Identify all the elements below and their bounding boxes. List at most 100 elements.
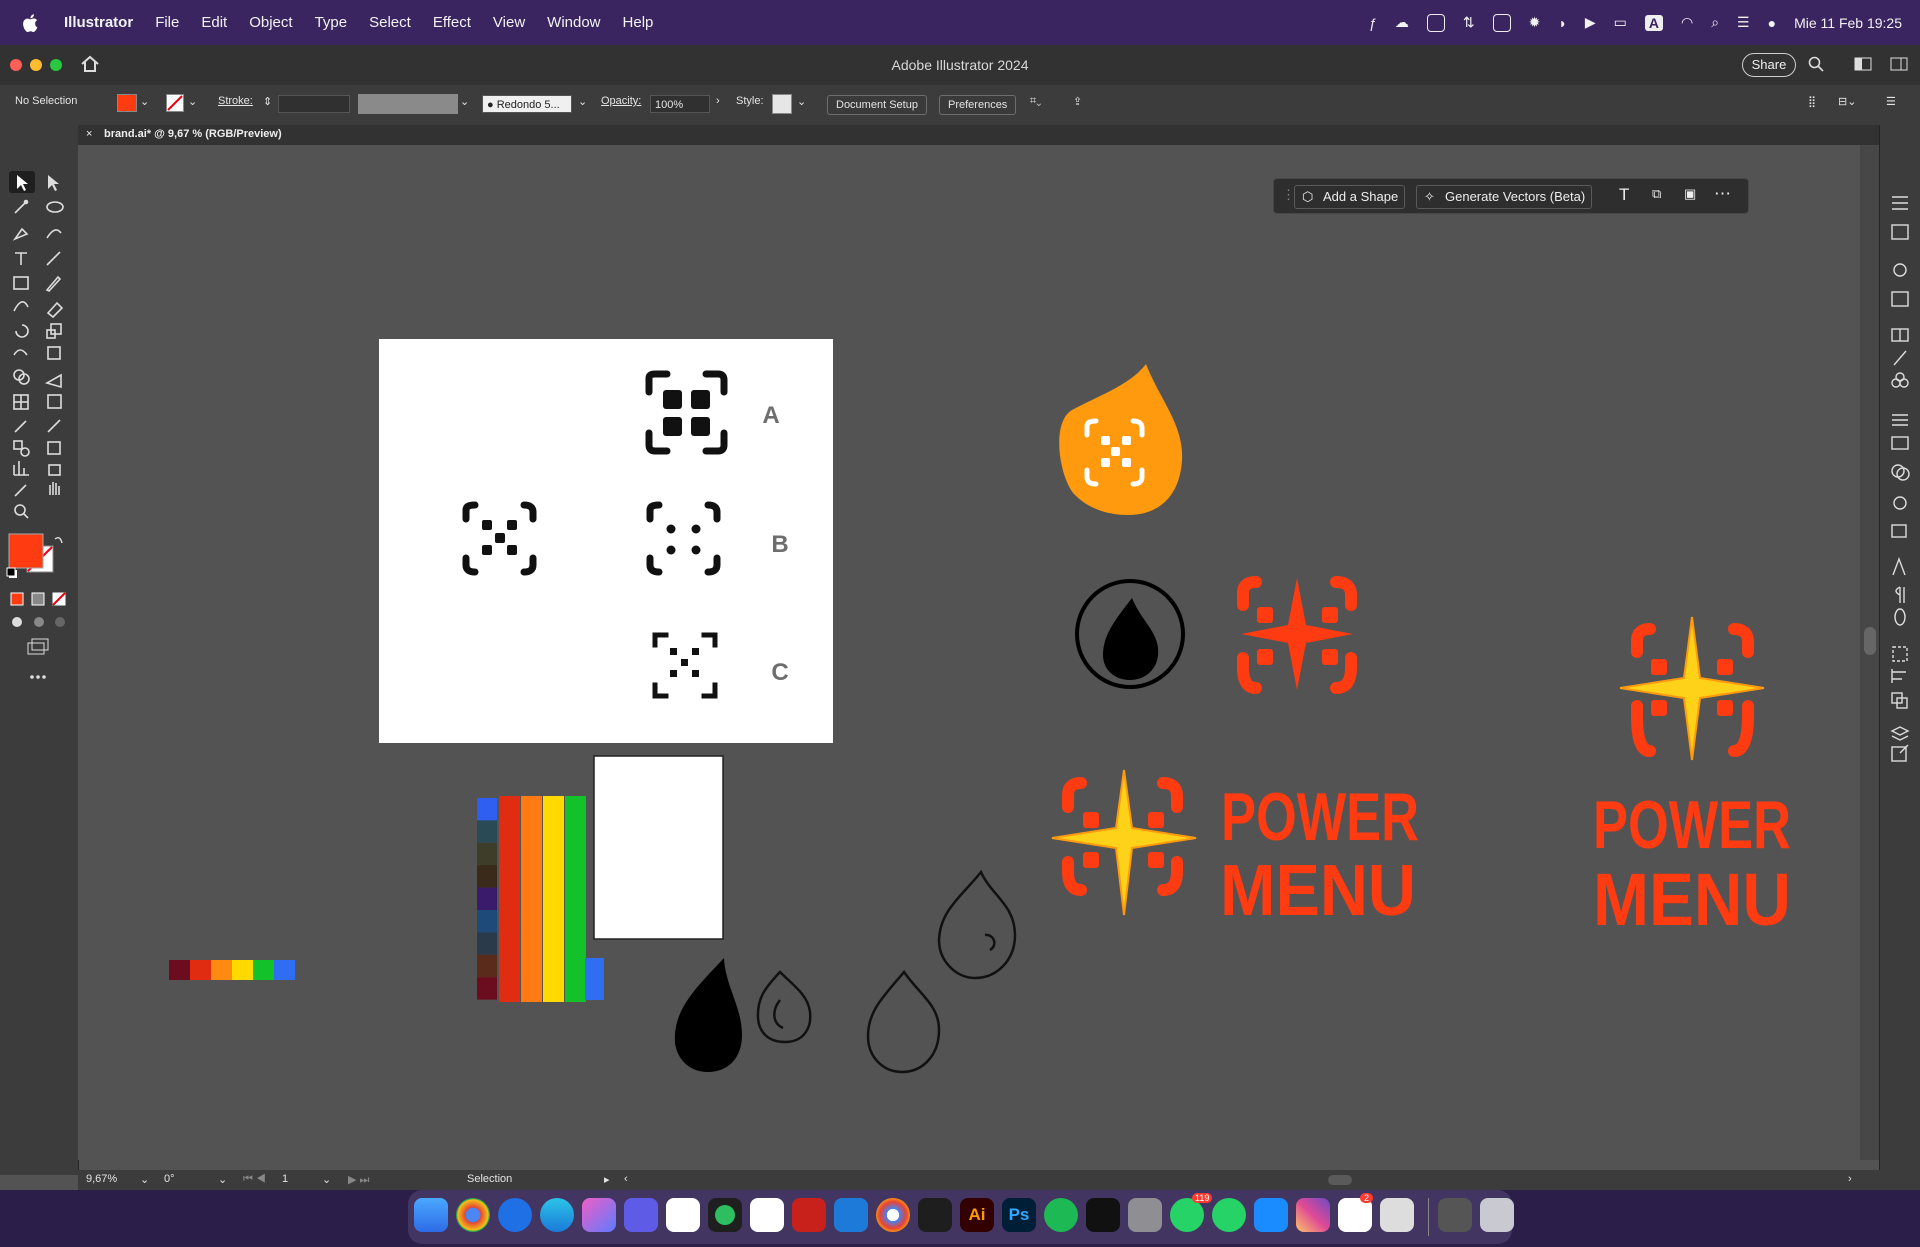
swap-fill-stroke-icon[interactable] — [54, 536, 63, 544]
menu-window[interactable]: Window — [547, 14, 600, 31]
opentype-panel-icon[interactable] — [1894, 608, 1906, 626]
menu-view[interactable]: View — [493, 14, 525, 31]
play-icon[interactable]: ▶ — [1585, 14, 1596, 31]
paragraph-panel-icon[interactable] — [1895, 586, 1905, 603]
hand-tool-icon[interactable] — [49, 482, 60, 495]
libraries-panel-icon[interactable] — [1891, 224, 1909, 240]
export-icon[interactable]: ⇪ — [1073, 95, 1082, 108]
variable-width-profile[interactable] — [358, 94, 458, 114]
app-status-icon[interactable] — [1426, 13, 1445, 32]
outline-flame-small-icon[interactable] — [756, 970, 812, 1044]
swatch-column-cell[interactable] — [477, 977, 497, 1000]
lasso-tool-icon[interactable] — [46, 201, 64, 213]
measure-tool-icon[interactable] — [47, 419, 61, 433]
menu-file[interactable]: File — [155, 14, 179, 31]
panel-menu-icon[interactable]: ☰ — [1886, 95, 1896, 108]
opacity-field[interactable]: 100% — [650, 95, 710, 113]
wifi-icon[interactable]: ◠ — [1681, 14, 1693, 31]
arrange-documents-icon[interactable] — [1854, 57, 1872, 71]
color-strip-swatch[interactable] — [169, 960, 190, 980]
stroke-weight-stepper-icon[interactable]: ⇕ — [263, 95, 272, 108]
spotify-icon[interactable] — [1044, 1198, 1078, 1232]
align-panel-icon[interactable]: ⣿ — [1808, 95, 1816, 108]
menu-app-name[interactable]: Illustrator — [64, 14, 133, 31]
eyedropper-tool-icon[interactable] — [14, 420, 27, 433]
close-tab-icon[interactable]: × — [86, 128, 92, 140]
chromium-icon[interactable] — [876, 1198, 910, 1232]
workspace-switcher-icon[interactable] — [1890, 57, 1908, 71]
brush-dropdown-chevron-icon[interactable]: ⌄ — [578, 95, 587, 108]
instagram-icon[interactable] — [1296, 1198, 1330, 1232]
rotation-dropdown-chevron-icon[interactable]: ⌄ — [218, 1173, 227, 1186]
firefox-icon[interactable] — [498, 1198, 532, 1232]
calendar-icon[interactable] — [666, 1198, 700, 1232]
orange-flame-logo[interactable] — [1059, 364, 1183, 515]
color-strip-swatch[interactable] — [253, 960, 274, 980]
illustrator-dock-icon[interactable]: Ai — [960, 1198, 994, 1232]
scroll-right-icon[interactable]: › — [1848, 1173, 1852, 1185]
gradient-tool-icon[interactable] — [47, 394, 62, 409]
vpn-icon[interactable]: ◗ — [1558, 15, 1566, 31]
character-panel-icon[interactable] — [1892, 557, 1906, 576]
shaper-tool-icon[interactable] — [13, 301, 29, 312]
color-strip-swatch[interactable] — [274, 960, 295, 980]
draw-normal-icon[interactable] — [12, 617, 22, 627]
line-segment-tool-icon[interactable] — [46, 251, 61, 266]
outline-flame-large-icon[interactable] — [866, 969, 941, 1074]
document-tab[interactable]: brand.ai* @ 9,67 % (RGB/Preview) — [104, 128, 282, 140]
fill-color-swatch[interactable] — [117, 94, 137, 112]
symbols-panel-icon[interactable] — [1891, 372, 1909, 388]
current-tool-status[interactable]: Selection — [467, 1173, 512, 1185]
image-trace-icon[interactable]: ▣ — [1684, 186, 1696, 202]
swatch-column-cell[interactable] — [477, 798, 497, 821]
color-strip-swatch[interactable] — [190, 960, 211, 980]
tidal-icon[interactable] — [1086, 1198, 1120, 1232]
calculator-icon[interactable] — [1128, 1198, 1162, 1232]
zoom-level-field[interactable]: 9,67% — [86, 1173, 117, 1185]
clock-datetime[interactable]: Mie 11 Feb 19:25 — [1794, 15, 1902, 31]
fill-stroke-colors[interactable] — [8, 533, 54, 573]
clickup-icon[interactable] — [582, 1198, 616, 1232]
brush-definition-dropdown[interactable]: ● Redondo 5... — [482, 95, 572, 113]
rotation-field[interactable]: 0° — [164, 1173, 175, 1185]
evernote-icon[interactable] — [708, 1198, 742, 1232]
free-transform-tool-icon[interactable] — [47, 346, 61, 360]
mail-icon[interactable] — [1254, 1198, 1288, 1232]
artboard-dropdown-chevron-icon[interactable]: ⌄ — [322, 1173, 331, 1186]
color-panel-icon[interactable] — [1891, 291, 1909, 307]
color-stripe[interactable] — [499, 796, 520, 1002]
menu-type[interactable]: Type — [315, 14, 348, 31]
launchpad-icon[interactable] — [624, 1198, 658, 1232]
eraser-tool-icon[interactable] — [46, 301, 64, 319]
paintbrush-tool-icon[interactable] — [45, 275, 62, 292]
menu-effect[interactable]: Effect — [433, 14, 471, 31]
none-mode-icon[interactable] — [52, 592, 66, 606]
sync-icon[interactable]: ⇅ — [1463, 14, 1475, 31]
stroke-panel-icon[interactable] — [1892, 414, 1908, 426]
horizontal-scroll-thumb[interactable] — [1328, 1175, 1352, 1185]
arrange-icon[interactable]: ⌗⌄ — [1030, 95, 1041, 108]
artboard-options-icon[interactable]: ⧉ — [1652, 186, 1661, 202]
blue-swatch-bar[interactable] — [585, 958, 604, 1000]
whatsapp-icon[interactable] — [1212, 1198, 1246, 1232]
whatsapp-business-icon[interactable] — [1170, 1198, 1204, 1232]
swatch-column[interactable] — [477, 798, 497, 1000]
transparency-panel-icon[interactable] — [1891, 464, 1910, 481]
symbol-sprayer-tool-icon[interactable] — [47, 441, 61, 455]
chrome-icon[interactable] — [456, 1198, 490, 1232]
search-icon[interactable] — [1808, 56, 1824, 72]
downloads-stack-icon[interactable] — [1438, 1198, 1472, 1232]
swatch-column-cell[interactable] — [477, 954, 497, 978]
menu-help[interactable]: Help — [623, 14, 654, 31]
spotlight-search-icon[interactable]: ⌕ — [1711, 14, 1719, 31]
color-stripes[interactable] — [499, 796, 586, 1002]
red-sparkle-face-scan-logo[interactable] — [1237, 576, 1357, 694]
swatch-column-cell[interactable] — [477, 910, 497, 933]
vertical-scroll-thumb[interactable] — [1864, 627, 1876, 655]
menu-edit[interactable]: Edit — [201, 14, 227, 31]
brushes-panel-icon[interactable] — [1893, 350, 1907, 366]
type-tool-icon[interactable] — [15, 252, 27, 265]
column-graph-tool-icon[interactable] — [13, 461, 29, 476]
transform-panel-icon[interactable] — [1892, 646, 1908, 662]
solid-flame-icon[interactable] — [674, 958, 742, 1072]
